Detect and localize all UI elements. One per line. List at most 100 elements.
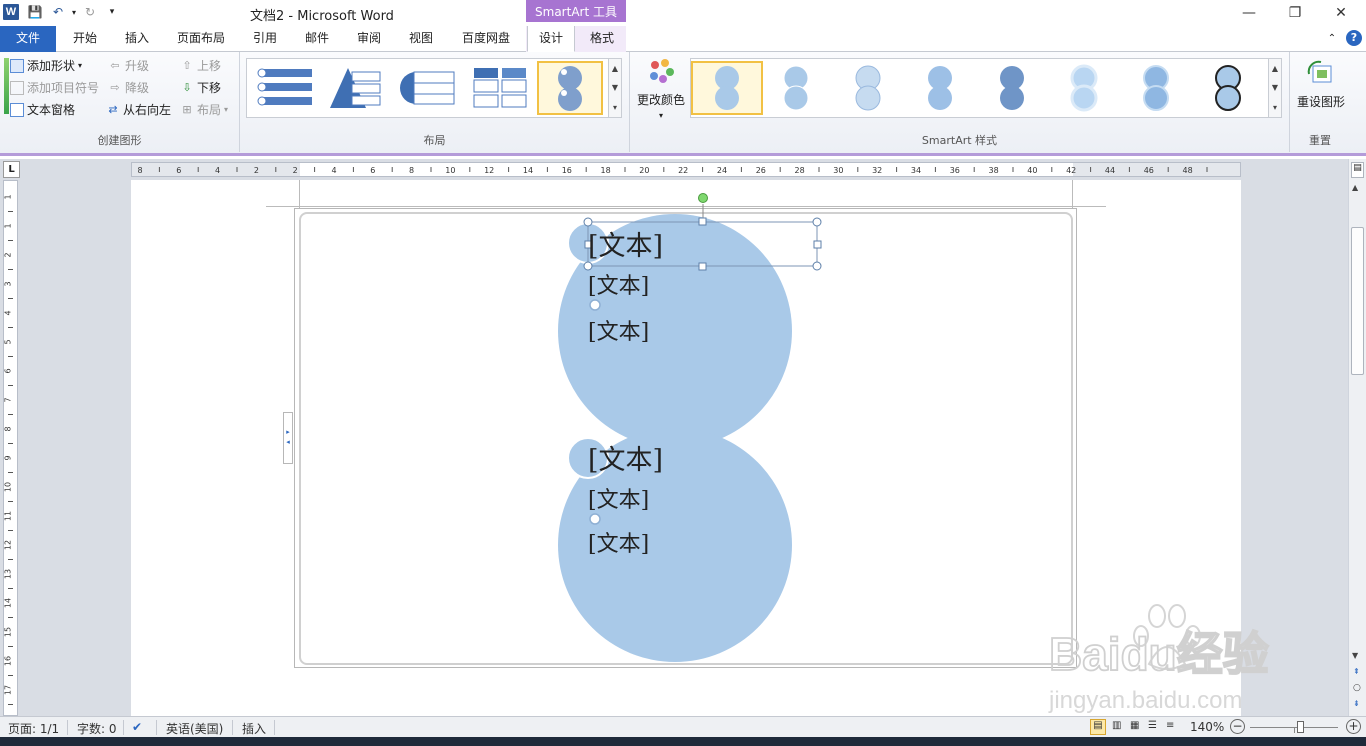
proofing-icon[interactable]: ✔ xyxy=(132,720,142,734)
gallery-scroll-up-button[interactable]: ▲ xyxy=(608,59,621,78)
add-shape-icon xyxy=(10,58,24,73)
layout-vertical-bullet-list[interactable] xyxy=(251,61,317,115)
save-icon[interactable]: 💾 xyxy=(27,4,43,20)
shape-1-title[interactable]: [文本] xyxy=(588,224,663,263)
vertical-scroll-thumb[interactable] xyxy=(1351,227,1364,375)
vruler-tick-label: 6 xyxy=(4,368,13,373)
tab-format[interactable]: 格式 xyxy=(578,26,626,52)
draft-view-icon[interactable]: ≡ xyxy=(1166,720,1174,731)
zoom-out-button[interactable]: − xyxy=(1230,719,1245,734)
style-white-outline[interactable] xyxy=(763,61,829,115)
help-icon[interactable]: ? xyxy=(1346,30,1362,46)
undo-dropdown-icon[interactable]: ▾ xyxy=(66,4,82,20)
print-layout-icon[interactable]: ▤ xyxy=(1090,719,1106,735)
word-count[interactable]: 字数: 0 xyxy=(77,720,117,737)
zoom-level[interactable]: 140% xyxy=(1190,720,1224,734)
reset-graphic-button[interactable]: 重设图形 xyxy=(1294,58,1348,110)
horizontal-ruler[interactable]: 8 6 4 2 2 4 6 8 10 12 14 16 18 20 22 24 26 28 30 32 34 36 38 40… xyxy=(131,162,1241,177)
style-intense-effect[interactable] xyxy=(979,61,1045,115)
style-moderate-effect[interactable] xyxy=(907,61,973,115)
tab-selector-button[interactable]: L xyxy=(3,161,20,178)
ruler-tick-label: 26 xyxy=(756,166,766,175)
tab-home[interactable]: 开始 xyxy=(60,26,110,52)
restore-button[interactable]: ❐ xyxy=(1280,3,1310,23)
undo-icon[interactable]: ↶ xyxy=(50,4,66,20)
text-pane-label: 文本窗格 xyxy=(27,103,76,117)
style-simple-fill-selected[interactable] xyxy=(691,61,763,115)
shape-2-title[interactable]: [文本] xyxy=(588,438,663,477)
shape-2-item-2[interactable]: [文本] xyxy=(588,526,649,558)
promote-button[interactable]: ⇦ 升级 xyxy=(108,57,149,74)
close-button[interactable]: ✕ xyxy=(1326,3,1356,23)
move-up-button[interactable]: ⇧ 上移 xyxy=(180,57,221,74)
ruler-tick-label: 48 xyxy=(1183,166,1193,175)
promote-label: 升级 xyxy=(125,59,150,73)
style-polished[interactable] xyxy=(1051,61,1117,115)
right-to-left-button[interactable]: ⇄ 从右向左 xyxy=(106,101,171,118)
vruler-tick-label: 12 xyxy=(4,540,13,550)
tab-insert[interactable]: 插入 xyxy=(112,26,162,52)
zoom-slider-thumb[interactable] xyxy=(1297,721,1304,733)
tab-page-layout[interactable]: 页面布局 xyxy=(165,26,237,52)
page-count[interactable]: 页面: 1/1 xyxy=(8,720,59,737)
shape-1-item-2[interactable]: [文本] xyxy=(588,314,649,346)
minimize-button[interactable]: — xyxy=(1234,3,1264,23)
styles-more-button[interactable]: ▾ xyxy=(1268,97,1281,117)
vertical-ruler-ticks: 11234567891011121314151617 xyxy=(4,194,13,705)
full-screen-reading-icon[interactable]: ▥ xyxy=(1112,720,1121,731)
tab-mailings[interactable]: 邮件 xyxy=(292,26,342,52)
vruler-tick-label: 5 xyxy=(4,339,13,344)
tab-design[interactable]: 设计 xyxy=(527,26,575,52)
text-pane-toggle-button[interactable]: ▸ ◂ xyxy=(283,412,293,464)
add-shape-button[interactable]: 添加形状 ▾ xyxy=(10,57,82,74)
change-colors-button[interactable]: 更改颜色 ▾ xyxy=(636,56,686,120)
tab-review[interactable]: 审阅 xyxy=(344,26,394,52)
vruler-tick-label: 17 xyxy=(4,685,13,695)
vertical-scrollbar[interactable]: ▤ ▲ ▼ ⇞ ○ ⇟ xyxy=(1348,159,1366,716)
resize-handle-n xyxy=(698,217,707,226)
layout-stacked-circles-selected[interactable] xyxy=(537,61,603,115)
tab-file[interactable]: 文件 xyxy=(0,26,56,52)
ruler-tick-label: 46 xyxy=(1144,166,1154,175)
previous-page-icon[interactable]: ⇞ xyxy=(1353,667,1360,676)
layout-pyramid-list[interactable] xyxy=(323,61,389,115)
document-page[interactable]: ▸ ◂ [文本] [文本] [文本] [文本] [文本] [文本] xyxy=(131,180,1241,716)
scroll-down-icon[interactable]: ▼ xyxy=(1352,651,1358,660)
style-cartoon[interactable] xyxy=(1195,61,1261,115)
style-subtle-effect[interactable] xyxy=(835,61,901,115)
styles-scroll-up-button[interactable]: ▲ xyxy=(1268,59,1281,78)
language-indicator[interactable]: 英语(美国) xyxy=(166,720,223,737)
tab-baidu-netdisk[interactable]: 百度网盘 xyxy=(450,26,522,52)
shape-1-item-1[interactable]: [文本] xyxy=(588,268,649,300)
collapse-ribbon-icon[interactable]: ⌃ xyxy=(1324,26,1340,52)
move-down-button[interactable]: ⇩ 下移 xyxy=(180,79,221,96)
tab-references[interactable]: 引用 xyxy=(240,26,290,52)
layout-circle-list[interactable] xyxy=(395,61,461,115)
customize-quick-access-icon[interactable]: ▾ xyxy=(104,4,120,20)
styles-scroll-down-button[interactable]: ▼ xyxy=(1268,78,1281,97)
tab-view[interactable]: 视图 xyxy=(396,26,446,52)
view-ruler-icon[interactable]: ▤ xyxy=(1351,162,1364,178)
status-separator xyxy=(123,720,124,735)
gallery-scroll-down-button[interactable]: ▼ xyxy=(608,78,621,97)
browse-object-icon[interactable]: ○ xyxy=(1353,683,1361,693)
layout-table-list[interactable] xyxy=(467,61,533,115)
scroll-up-icon[interactable]: ▲ xyxy=(1352,183,1358,192)
add-bullet-button[interactable]: 添加项目符号 xyxy=(10,79,99,96)
gallery-more-button[interactable]: ▾ xyxy=(608,97,621,117)
vruler-tick-label: 16 xyxy=(4,656,13,666)
style-inset[interactable] xyxy=(1123,61,1189,115)
demote-button[interactable]: ⇨ 降级 xyxy=(108,79,149,96)
next-page-icon[interactable]: ⇟ xyxy=(1353,699,1360,708)
insert-mode-indicator[interactable]: 插入 xyxy=(242,720,266,737)
redo-icon[interactable]: ↻ xyxy=(82,4,98,20)
web-layout-icon[interactable]: ▦ xyxy=(1130,720,1139,731)
zoom-in-button[interactable]: + xyxy=(1346,719,1361,734)
shape-2-item-1[interactable]: [文本] xyxy=(588,482,649,514)
layout-button[interactable]: ⊞ 布局 ▾ xyxy=(180,101,228,118)
word-app-icon[interactable]: W xyxy=(3,4,19,20)
bullet-dot-1 xyxy=(589,299,601,311)
vertical-ruler[interactable]: 1 1 2 3 4 5 6 7 8 9 10 11 12 13 14 15 16 17 xyxy=(3,180,18,716)
outline-view-icon[interactable]: ☰ xyxy=(1148,720,1157,731)
text-pane-button[interactable]: 文本窗格 xyxy=(10,101,75,118)
